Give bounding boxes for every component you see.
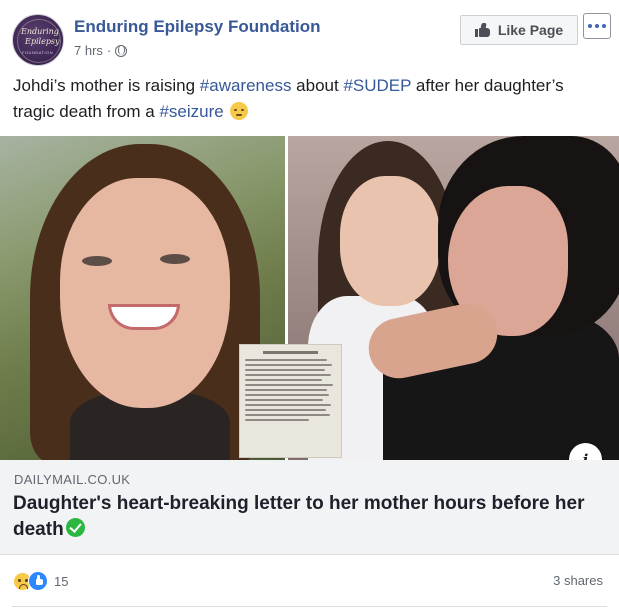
thumbs-up-icon (474, 23, 491, 37)
page-name-link[interactable]: Enduring Epilepsy Foundation (74, 17, 321, 37)
post-card: Enduring Epilepsy FOUNDATION Enduring Ep… (0, 0, 619, 611)
post-meta: 7 hrs · (74, 43, 128, 58)
dot-icon (602, 24, 606, 28)
link-domain: DAILYMAIL.CO.UK (14, 472, 131, 487)
post-text-segment: about (291, 76, 344, 95)
page-avatar[interactable]: Enduring Epilepsy FOUNDATION (12, 14, 64, 66)
pensive-face-emoji-icon (230, 102, 249, 120)
hashtag-sudep[interactable]: #SUDEP (343, 76, 411, 95)
handwritten-letter-image (239, 344, 342, 458)
link-title-text: Daughter's heart-breaking letter to her … (13, 493, 585, 540)
verified-check-icon (65, 518, 85, 537)
avatar-logo-text-1: Enduring (21, 27, 59, 36)
post-timestamp[interactable]: 7 hrs (74, 43, 103, 58)
post-message: Johdi’s mother is raising #awareness abo… (13, 73, 608, 125)
like-page-label: Like Page (497, 22, 564, 38)
globe-icon[interactable] (115, 44, 128, 57)
reaction-count: 15 (54, 573, 69, 589)
post-footer: 15 3 shares (0, 556, 619, 611)
more-options-button[interactable] (583, 13, 611, 39)
footer-divider (12, 606, 607, 607)
post-text-segment: Johdi’s mother is raising (13, 76, 200, 95)
shares-count[interactable]: 3 shares (553, 573, 603, 588)
like-reaction-icon (28, 571, 48, 591)
post-header: Enduring Epilepsy FOUNDATION Enduring Ep… (0, 0, 619, 70)
link-caption[interactable]: DAILYMAIL.CO.UK Daughter's heart-breakin… (0, 460, 619, 555)
hashtag-awareness[interactable]: #awareness (200, 76, 292, 95)
hashtag-seizure[interactable]: #seizure (159, 102, 223, 121)
link-title[interactable]: Daughter's heart-breaking letter to her … (13, 491, 603, 543)
dot-icon (595, 24, 599, 28)
meta-separator: · (106, 43, 112, 58)
avatar-logo-text-3: FOUNDATION (22, 50, 54, 55)
link-preview-image[interactable] (0, 136, 619, 460)
avatar-logo-text-2: Epilepsy (25, 37, 60, 46)
like-page-button[interactable]: Like Page (460, 15, 578, 45)
reactions-summary[interactable]: 15 (13, 571, 68, 591)
dot-icon (588, 24, 592, 28)
